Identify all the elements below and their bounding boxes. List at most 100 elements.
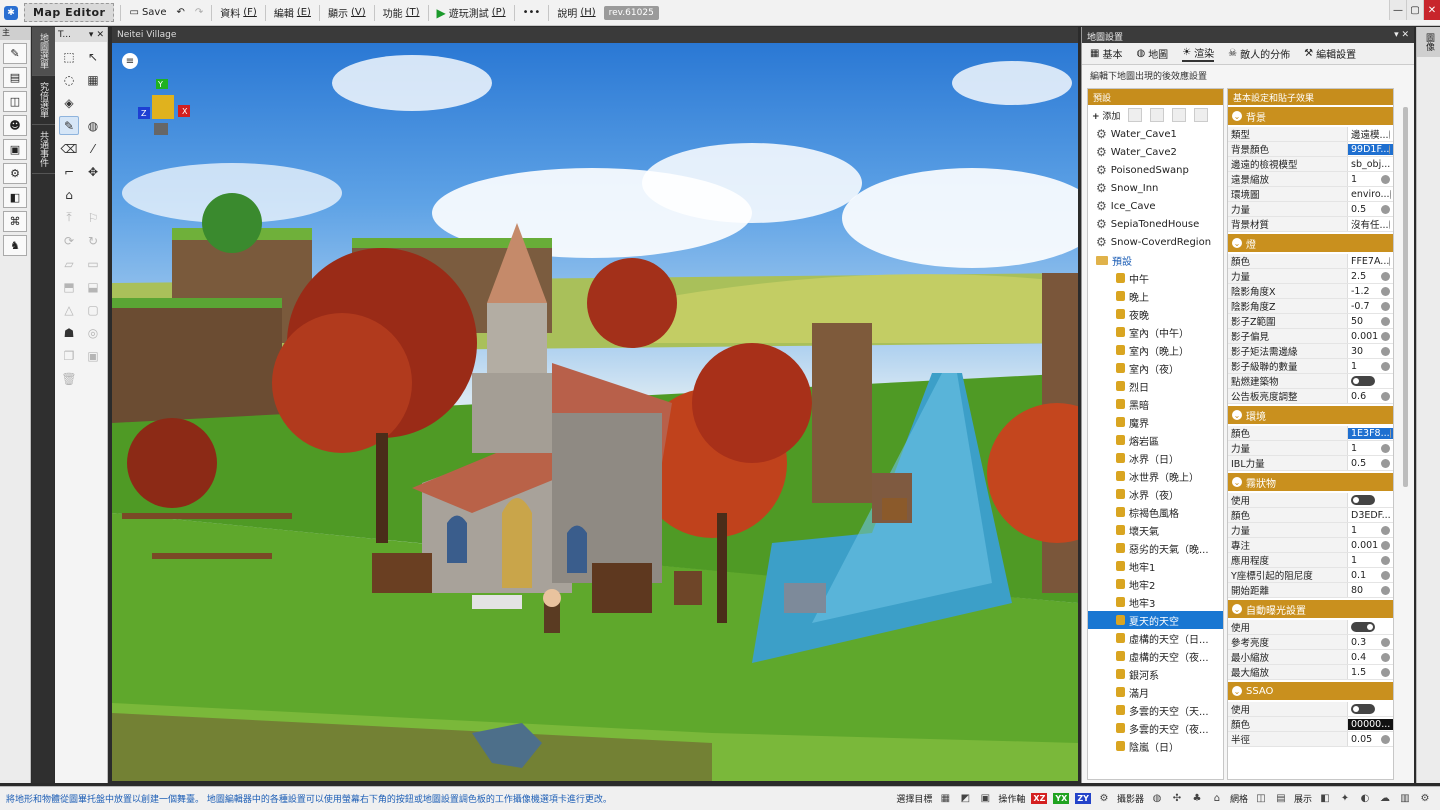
more-options-button[interactable]: ••• [521, 7, 543, 18]
preset-item[interactable]: 夏天的天空 [1088, 611, 1223, 629]
property-value[interactable]: 30 [1348, 346, 1393, 357]
property-value[interactable]: 50 [1348, 316, 1393, 327]
preset-item[interactable]: 銀河系 [1088, 665, 1223, 683]
preset-item[interactable]: ⚙ Ice_Cave [1088, 197, 1223, 215]
npc-icon[interactable]: ☗ [59, 323, 79, 342]
character-icon[interactable]: ☻ [3, 115, 27, 136]
tab-common-events[interactable]: 共通事件 [32, 125, 55, 174]
menu-data[interactable]: 資料 (F) [218, 5, 259, 20]
3d-scene[interactable]: Y Z X ≡ [112, 43, 1078, 781]
close-button[interactable]: ✕ [1423, 0, 1440, 20]
lasso-icon[interactable]: ◌ [59, 70, 79, 89]
camera-icon[interactable]: ⚙ [1097, 792, 1111, 806]
snap-icon[interactable]: ◫ [1254, 792, 1268, 806]
bucket-icon[interactable]: ▥ [1398, 792, 1412, 806]
preset-item[interactable]: 多雲的天空（夜... [1088, 719, 1223, 737]
delete-icon[interactable] [1194, 108, 1209, 122]
rect-select-icon[interactable]: ⬚ [59, 47, 79, 66]
value-action-icon[interactable] [1381, 391, 1390, 401]
node-icon[interactable]: ⌘ [3, 211, 27, 232]
light-icon[interactable]: ✦ [1338, 792, 1352, 806]
property-value[interactable]: FFE7A... [1348, 256, 1393, 267]
property-value[interactable] [1348, 622, 1393, 632]
tab-enemy-distribution[interactable]: ☠ 敵人的分佈 [1228, 46, 1290, 61]
cube-icon[interactable]: ◧ [1318, 792, 1332, 806]
property-value[interactable]: 1 [1348, 174, 1393, 185]
monitor-icon[interactable]: ▣ [3, 139, 27, 160]
settings-icon[interactable]: ⚙ [1418, 792, 1432, 806]
property-value[interactable]: 1 [1348, 361, 1393, 372]
property-value[interactable]: 0.4 [1348, 652, 1393, 663]
value-action-icon[interactable] [1388, 219, 1390, 229]
tab-research-list[interactable]: 究倍選單 [32, 76, 55, 125]
value-action-icon[interactable] [1381, 585, 1390, 595]
value-action-icon[interactable] [1389, 144, 1390, 154]
property-value[interactable]: -0.7 [1348, 301, 1393, 312]
preset-item[interactable]: ⚙ Water_Cave1 [1088, 125, 1223, 143]
preset-item[interactable]: 惡劣的天氣（晚... [1088, 539, 1223, 557]
property-value[interactable]: 1 [1348, 525, 1393, 536]
property-value[interactable]: 0.1 [1348, 570, 1393, 581]
select-tile-icon[interactable]: ◩ [958, 792, 972, 806]
preset-item[interactable]: ⚙ Snow_Inn [1088, 179, 1223, 197]
value-action-icon[interactable] [1381, 667, 1390, 677]
property-value[interactable]: 1.5 [1348, 667, 1393, 678]
value-action-icon[interactable] [1381, 525, 1390, 535]
move-icon[interactable]: ✥ [83, 162, 103, 181]
preset-item[interactable]: 黑暗 [1088, 395, 1223, 413]
preset-item[interactable]: 熔岩區 [1088, 431, 1223, 449]
property-value[interactable]: 邊遠模... [1348, 127, 1393, 141]
toggle-switch[interactable] [1351, 376, 1375, 386]
brush-icon[interactable]: ⌐ [59, 162, 79, 181]
event-icon[interactable]: ⚙ [3, 163, 27, 184]
preset-item[interactable]: 冰界（夜） [1088, 485, 1223, 503]
value-action-icon[interactable] [1381, 540, 1390, 550]
axis-xz-button[interactable]: XZ [1031, 793, 1048, 804]
value-action-icon[interactable] [1381, 555, 1390, 565]
menu-function[interactable]: 功能 (T) [381, 5, 422, 20]
property-value[interactable]: D3EDF... [1348, 510, 1393, 521]
value-action-icon[interactable] [1381, 637, 1390, 647]
property-value[interactable]: 0.6 [1348, 391, 1393, 402]
paste-icon[interactable] [1172, 108, 1187, 122]
property-value[interactable]: 0.3 [1348, 637, 1393, 648]
property-value[interactable]: 2.5 [1348, 271, 1393, 282]
preset-item[interactable]: 室內（夜） [1088, 359, 1223, 377]
section-header[interactable]: ⌄ SSAO [1228, 682, 1393, 700]
property-value[interactable]: 0.5 [1348, 204, 1393, 215]
preset-item[interactable]: 壞天氣 [1088, 521, 1223, 539]
save-button[interactable]: ▭ Save [127, 7, 168, 18]
preset-item[interactable]: 冰世界（晚上） [1088, 467, 1223, 485]
grid-toggle-icon[interactable]: ⌂ [1210, 792, 1224, 806]
value-action-icon[interactable] [1381, 204, 1390, 214]
property-value[interactable] [1348, 704, 1393, 714]
menu-help[interactable]: 說明 (H) [555, 5, 597, 20]
value-action-icon[interactable] [1381, 652, 1390, 662]
grid-icon[interactable]: ▦ [83, 70, 103, 89]
tab-render[interactable]: ☀ 渲染 [1182, 45, 1215, 62]
section-header[interactable]: ⌄ 霧狀物 [1228, 473, 1393, 491]
property-value[interactable]: enviro... [1348, 189, 1393, 200]
preset-item[interactable]: 滿月 [1088, 683, 1223, 701]
preset-item[interactable]: 地牢3 [1088, 593, 1223, 611]
compass-icon[interactable]: ✣ [1170, 792, 1184, 806]
value-action-icon[interactable] [1381, 361, 1390, 371]
preset-item[interactable]: 夜晚 [1088, 305, 1223, 323]
section-header[interactable]: ⌄ 燈 [1228, 234, 1393, 252]
value-action-icon[interactable] [1389, 256, 1390, 266]
preset-item[interactable]: ⚙ PoisonedSwanp [1088, 161, 1223, 179]
fog-icon[interactable]: ☁ [1378, 792, 1392, 806]
property-value[interactable]: 80 [1348, 585, 1393, 596]
property-value[interactable]: -1.2 [1348, 286, 1393, 297]
tab-basic[interactable]: ▦ 基本 [1090, 46, 1122, 61]
preset-item[interactable]: 陰嵐（日） [1088, 737, 1223, 755]
tab-map-list[interactable]: 地圖選單 [32, 27, 55, 76]
toggle-switch[interactable] [1351, 495, 1375, 505]
property-value[interactable]: 0.05 [1348, 734, 1393, 745]
property-value[interactable]: 1 [1348, 443, 1393, 454]
shadow-icon[interactable]: ◐ [1358, 792, 1372, 806]
value-action-icon[interactable] [1381, 458, 1390, 468]
map-edit-icon[interactable]: ✎ [3, 43, 27, 64]
property-value[interactable]: sb_obj... [1348, 159, 1393, 170]
section-header[interactable]: ⌄ 環境 [1228, 406, 1393, 424]
